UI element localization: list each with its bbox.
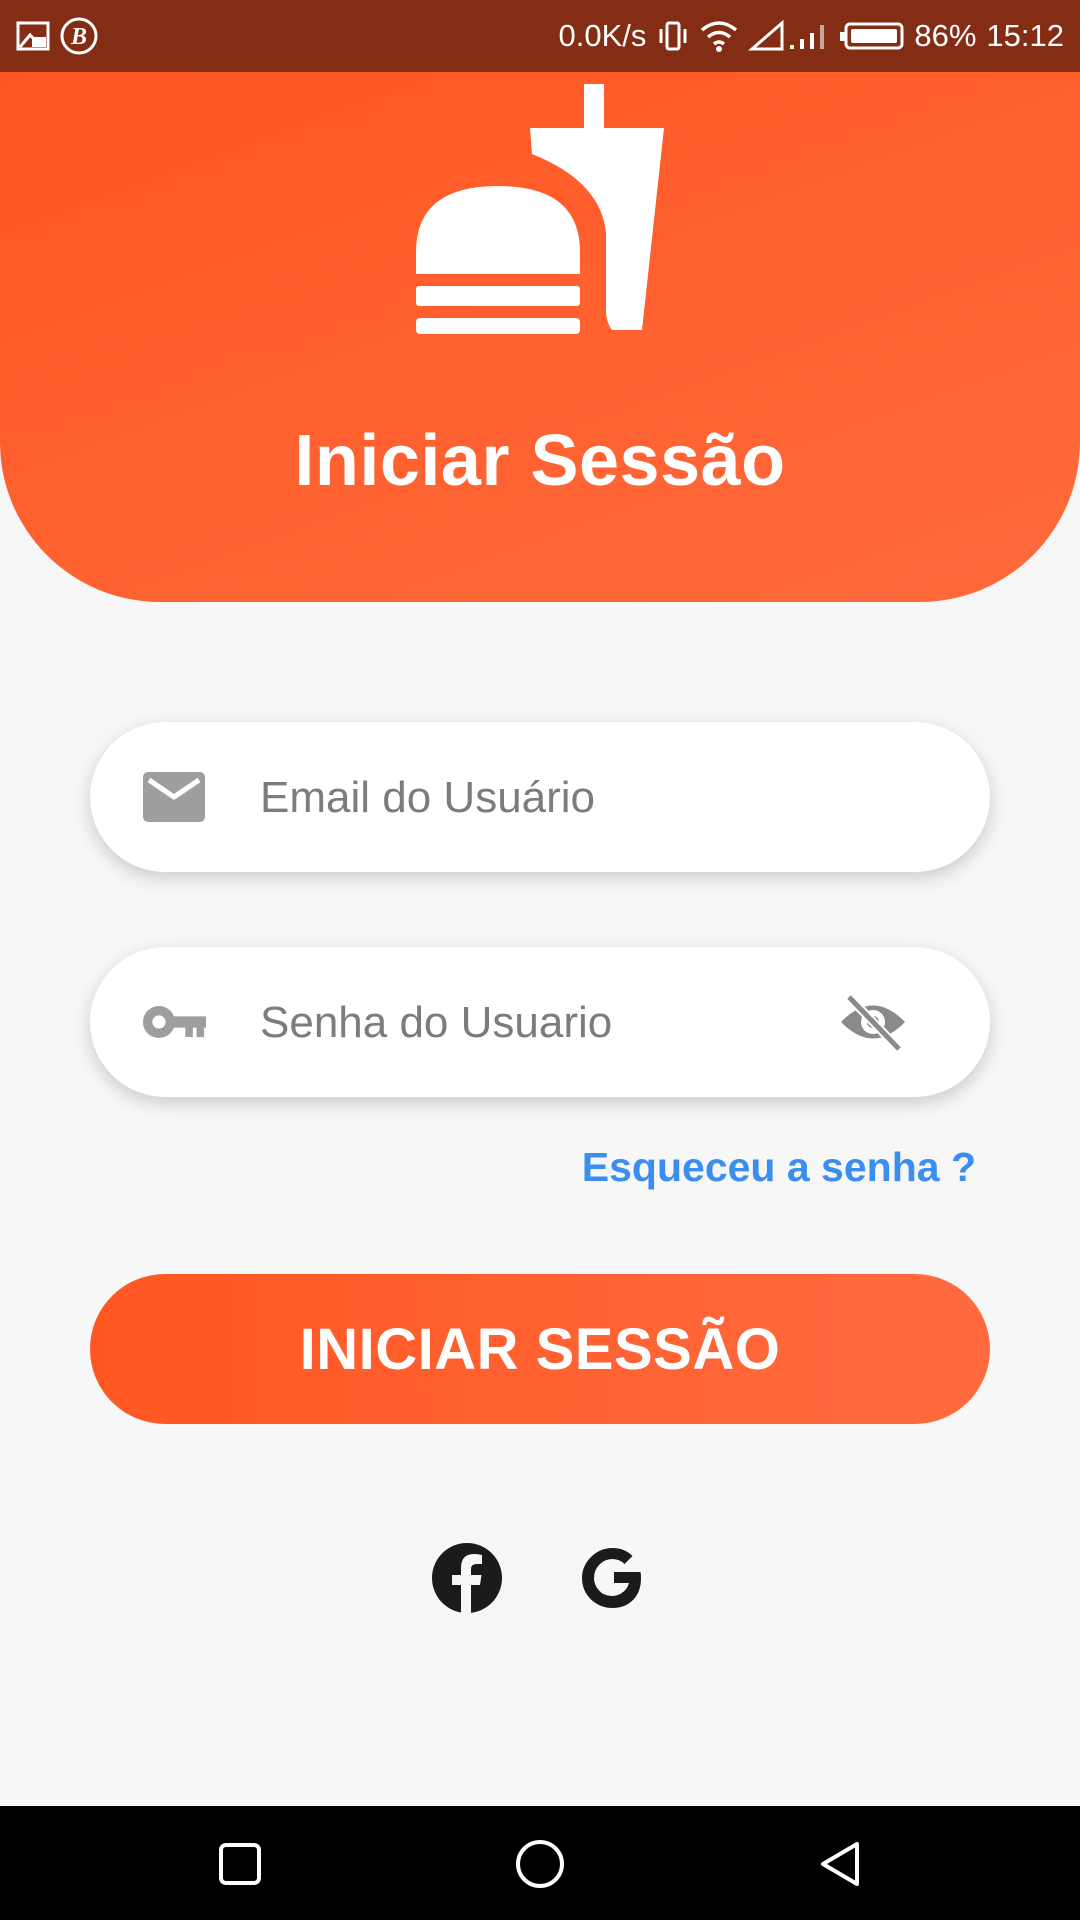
status-right: 0.0K/s 86% 15:12 (558, 18, 1064, 54)
facebook-icon[interactable] (431, 1542, 503, 1614)
recent-apps-icon[interactable] (210, 1834, 270, 1894)
back-icon[interactable] (810, 1834, 870, 1894)
password-input[interactable] (258, 947, 882, 1099)
forgot-password-link[interactable]: Esqueceu a senha ? (582, 1144, 976, 1191)
social-login (0, 1542, 1080, 1614)
b-app-icon: B (60, 17, 98, 55)
status-bar: B 0.0K/s 86% 15:12 (0, 0, 1080, 72)
password-field-container[interactable] (90, 947, 990, 1099)
login-button[interactable]: INICIAR SESSÃO (90, 1274, 990, 1424)
signal-icon (748, 19, 828, 53)
page-title: Iniciar Sessão (294, 421, 786, 501)
header-banner: Iniciar Sessão (0, 72, 1080, 602)
battery-icon (838, 21, 904, 51)
screen-cast-icon (16, 21, 50, 51)
email-input[interactable] (258, 722, 882, 874)
burger-drink-icon (412, 84, 667, 334)
wifi-icon (700, 20, 738, 52)
email-field-container[interactable] (90, 722, 990, 874)
home-icon[interactable] (510, 1834, 570, 1894)
battery-level: 86% (914, 18, 977, 53)
key-icon (142, 990, 206, 1054)
svg-text:B: B (70, 24, 87, 50)
google-icon[interactable] (577, 1542, 649, 1614)
network-speed: 0.0K/s (558, 18, 647, 53)
status-left: B (16, 17, 98, 55)
clock: 15:12 (986, 18, 1064, 53)
vibrate-icon (656, 19, 690, 53)
eye-off-icon[interactable] (838, 987, 908, 1057)
mail-icon (142, 765, 206, 829)
navigation-bar (0, 1806, 1080, 1920)
